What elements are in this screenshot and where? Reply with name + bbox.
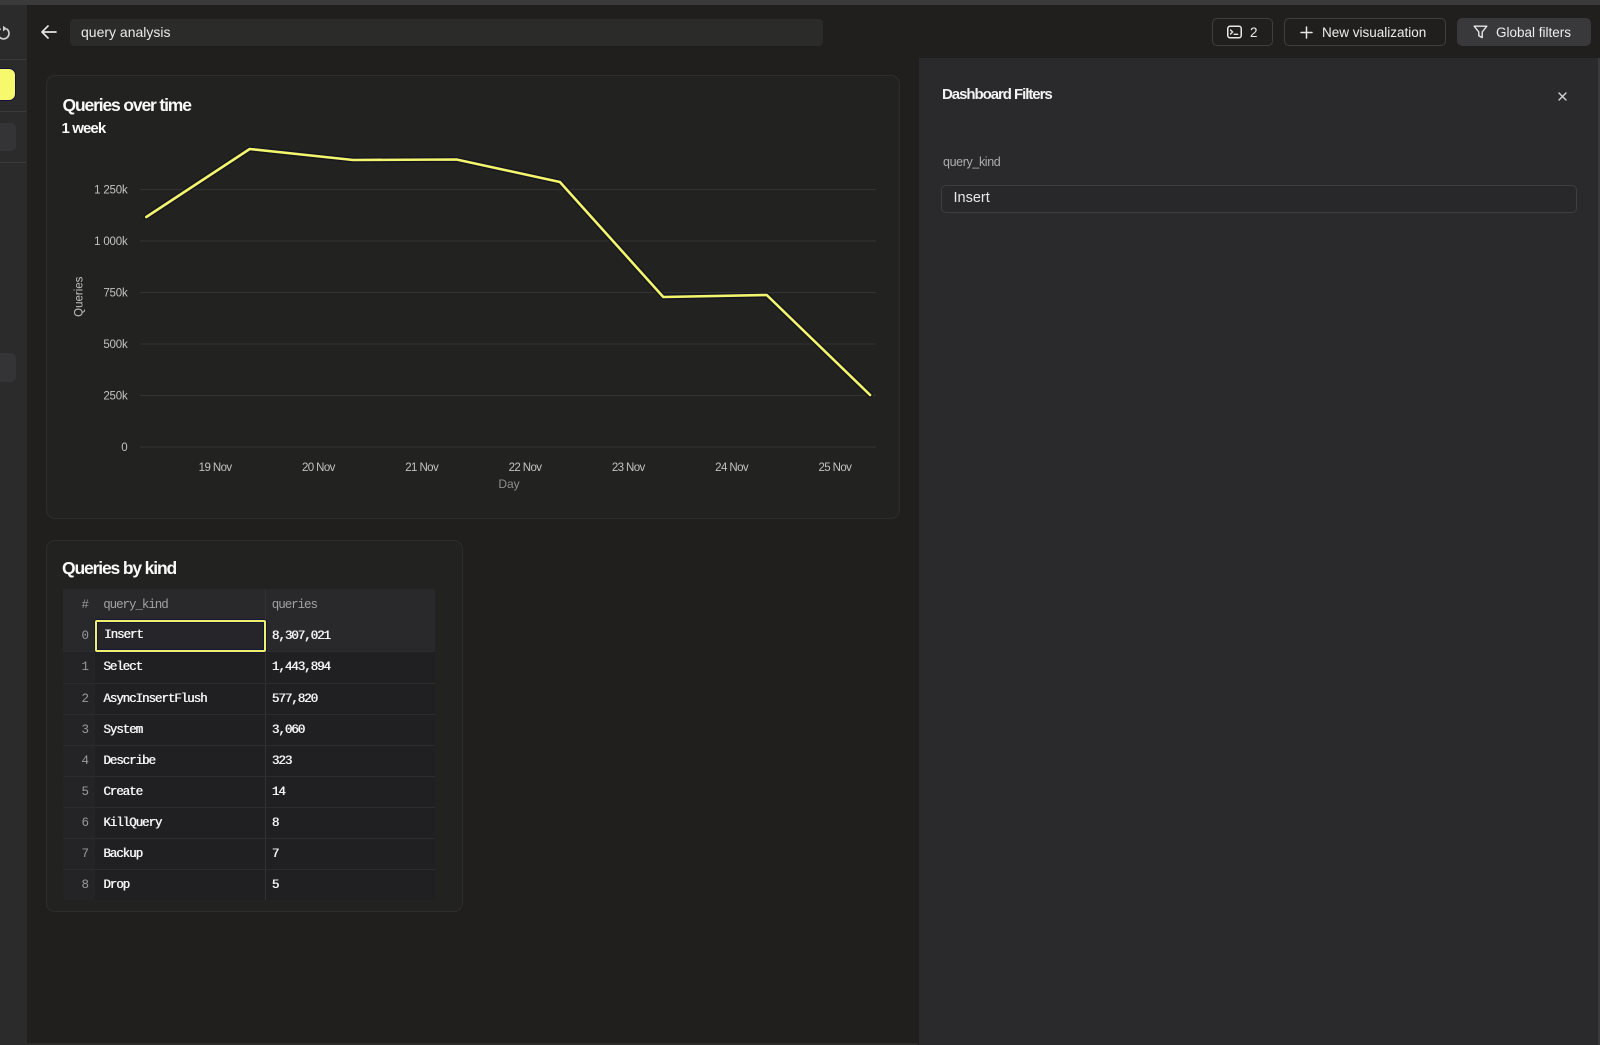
svg-text:500k: 500k — [103, 339, 128, 351]
svg-text:Day: Day — [498, 477, 519, 491]
svg-text:22 Nov: 22 Nov — [509, 462, 543, 474]
svg-text:24 Nov: 24 Nov — [715, 462, 749, 474]
svg-text:250k: 250k — [103, 391, 128, 403]
svg-text:23 Nov: 23 Nov — [612, 462, 646, 474]
svg-text:1 000k: 1 000k — [94, 236, 128, 248]
svg-text:750k: 750k — [103, 288, 128, 300]
svg-text:19 Nov: 19 Nov — [199, 462, 233, 474]
svg-text:25 Nov: 25 Nov — [818, 462, 852, 474]
svg-text:21 Nov: 21 Nov — [405, 462, 439, 474]
svg-text:0: 0 — [121, 442, 127, 454]
svg-text:Queries: Queries — [74, 276, 86, 317]
svg-text:1 250k: 1 250k — [94, 185, 128, 197]
svg-text:20 Nov: 20 Nov — [302, 462, 336, 474]
